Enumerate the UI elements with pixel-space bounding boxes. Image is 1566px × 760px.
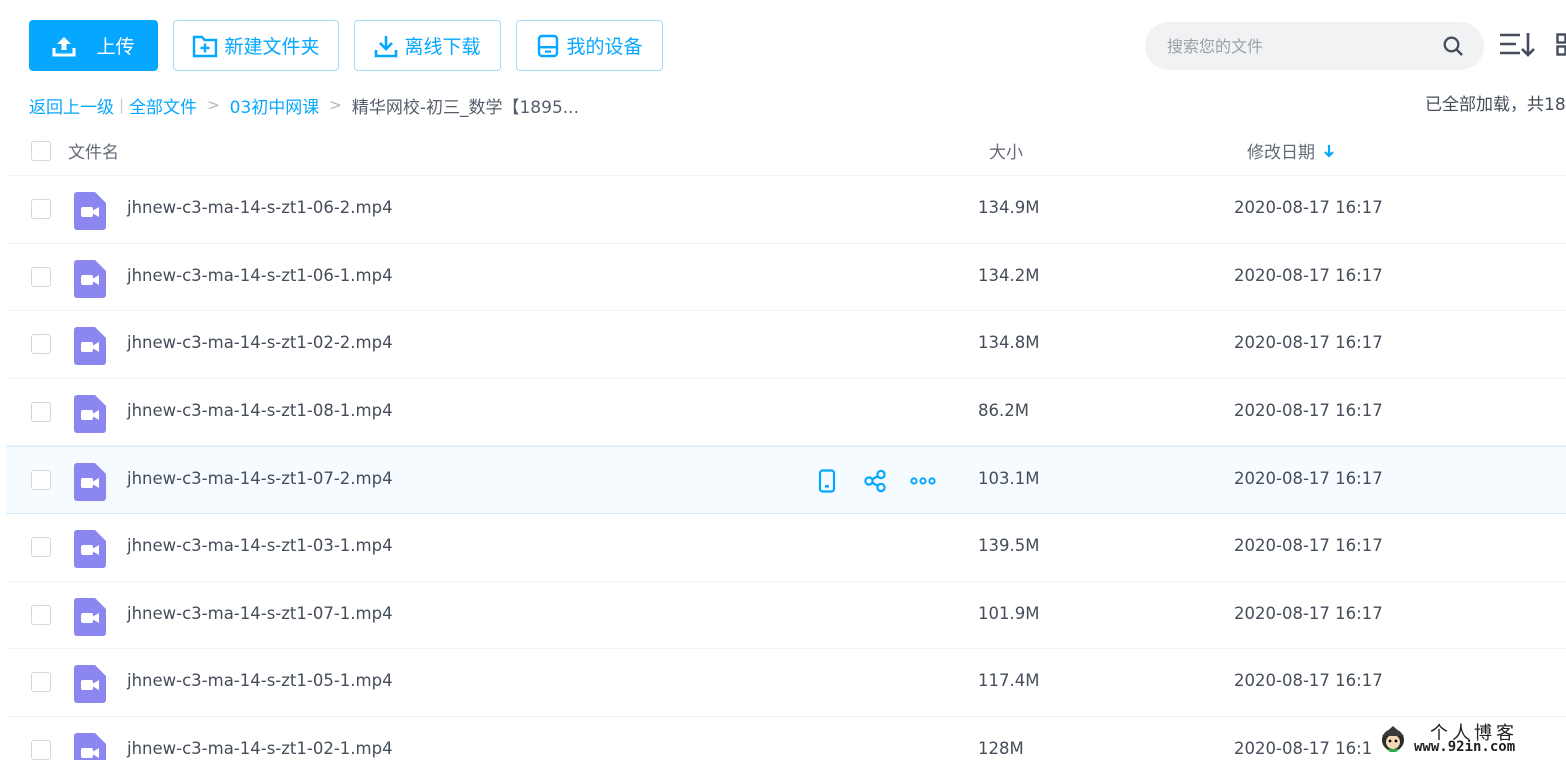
row-checkbox[interactable] <box>31 266 51 287</box>
load-status: 已全部加载，共18 <box>1425 95 1566 115</box>
file-date: 2020-08-17 16:17 <box>1234 400 1383 420</box>
video-file-icon <box>74 732 106 760</box>
file-row[interactable]: jhnew-c3-ma-14-s-zt1-07-1.mp4 101.9M 202… <box>6 582 1566 650</box>
phone-icon[interactable] <box>814 468 840 494</box>
watermark-url: www.92in.com <box>1414 739 1516 755</box>
file-name[interactable]: jhnew-c3-ma-14-s-zt1-07-1.mp4 <box>127 604 393 623</box>
file-row[interactable]: jhnew-c3-ma-14-s-zt1-03-1.mp4 139.5M 202… <box>6 514 1566 582</box>
device-icon <box>536 34 560 58</box>
video-file-icon <box>74 394 106 437</box>
offline-download-label: 离线下载 <box>404 36 481 58</box>
file-date: 2020-08-17 16:17 <box>1234 671 1383 691</box>
row-checkbox[interactable] <box>31 739 51 760</box>
file-name[interactable]: jhnew-c3-ma-14-s-zt1-06-2.mp4 <box>127 198 393 217</box>
search-box <box>1145 22 1484 70</box>
mascot-icon <box>1378 723 1408 757</box>
new-folder-button[interactable]: 新建文件夹 <box>173 20 339 71</box>
sort-desc-icon <box>1323 144 1335 158</box>
file-row[interactable]: jhnew-c3-ma-14-s-zt1-05-1.mp4 117.4M 202… <box>6 649 1566 717</box>
video-file-icon <box>74 259 106 302</box>
file-name[interactable]: jhnew-c3-ma-14-s-zt1-06-1.mp4 <box>127 266 393 285</box>
select-all-checkbox[interactable] <box>31 141 51 161</box>
file-name[interactable]: jhnew-c3-ma-14-s-zt1-02-2.mp4 <box>127 333 393 352</box>
toolbar: 上传 新建文件夹 离线下载 我的设备 <box>0 0 1566 90</box>
video-file-icon <box>74 529 106 572</box>
breadcrumb: 返回上一级 | 全部文件 > 03初中网课 > 精华网校-初三_数学【1895.… <box>29 92 579 118</box>
file-date: 2020-08-17 16:1 <box>1234 738 1373 758</box>
breadcrumb-parent[interactable]: 03初中网课 <box>230 93 320 118</box>
row-actions <box>814 468 958 494</box>
row-checkbox[interactable] <box>31 401 51 422</box>
breadcrumb-root[interactable]: 全部文件 <box>129 93 197 118</box>
row-checkbox[interactable] <box>31 334 51 355</box>
video-file-icon <box>74 327 106 369</box>
row-checkbox[interactable] <box>31 604 51 625</box>
share-icon[interactable] <box>862 468 888 494</box>
file-date: 2020-08-17 16:17 <box>1234 333 1383 353</box>
column-header-date-label: 修改日期 <box>1247 143 1315 163</box>
file-size: 128M <box>978 738 1024 758</box>
my-devices-label: 我的设备 <box>566 36 643 58</box>
video-file-icon <box>74 192 106 234</box>
file-name[interactable]: jhnew-c3-ma-14-s-zt1-03-1.mp4 <box>127 536 393 555</box>
breadcrumb-current: 精华网校-初三_数学【1895... <box>351 97 579 118</box>
back-link[interactable]: 返回上一级 <box>29 93 114 118</box>
file-date: 2020-08-17 16:17 <box>1234 265 1383 285</box>
offline-download-button[interactable]: 离线下载 <box>354 20 501 71</box>
file-row[interactable]: jhnew-c3-ma-14-s-zt1-06-2.mp4 134.9M 202… <box>6 176 1566 244</box>
folder-plus-icon <box>192 34 218 58</box>
row-checkbox[interactable] <box>31 470 51 491</box>
file-name[interactable]: jhnew-c3-ma-14-s-zt1-07-2.mp4 <box>127 469 393 488</box>
row-checkbox[interactable] <box>31 199 51 219</box>
file-list: jhnew-c3-ma-14-s-zt1-06-2.mp4 134.9M 202… <box>6 176 1566 760</box>
file-size: 101.9M <box>978 603 1040 623</box>
file-size: 134.8M <box>978 333 1040 353</box>
file-row[interactable]: jhnew-c3-ma-14-s-zt1-08-1.mp4 86.2M 2020… <box>6 379 1566 447</box>
breadcrumb-separator: > <box>329 96 342 114</box>
file-row[interactable]: jhnew-c3-ma-14-s-zt1-07-2.mp4 103.1M 202… <box>6 446 1566 514</box>
breadcrumb-divider: | <box>119 96 125 114</box>
download-icon <box>374 34 398 58</box>
file-size: 86.2M <box>978 400 1029 420</box>
file-name[interactable]: jhnew-c3-ma-14-s-zt1-02-1.mp4 <box>127 739 393 758</box>
file-size: 134.2M <box>978 265 1040 285</box>
file-date: 2020-08-17 16:17 <box>1234 603 1383 623</box>
video-file-icon <box>74 665 106 707</box>
sort-icon[interactable] <box>1498 31 1538 63</box>
upload-icon <box>52 35 76 57</box>
file-name[interactable]: jhnew-c3-ma-14-s-zt1-05-1.mp4 <box>127 671 393 690</box>
file-size: 139.5M <box>978 535 1040 555</box>
file-date: 2020-08-17 16:17 <box>1234 469 1383 489</box>
file-date: 2020-08-17 16:17 <box>1234 535 1383 555</box>
grid-view-icon[interactable] <box>1556 33 1566 61</box>
upload-label: 上传 <box>96 36 135 58</box>
column-header-size[interactable]: 大小 <box>989 138 1023 163</box>
row-checkbox[interactable] <box>31 536 51 557</box>
file-row[interactable]: jhnew-c3-ma-14-s-zt1-02-2.mp4 134.8M 202… <box>6 311 1566 379</box>
more-icon[interactable] <box>910 468 936 494</box>
video-file-icon <box>74 597 106 640</box>
file-size: 134.9M <box>978 198 1040 217</box>
watermark: 个人博客 www.92in.com <box>1372 719 1566 760</box>
new-folder-label: 新建文件夹 <box>224 36 320 58</box>
column-header-date[interactable]: 修改日期 <box>1247 138 1335 163</box>
video-file-icon <box>74 463 106 505</box>
file-name[interactable]: jhnew-c3-ma-14-s-zt1-08-1.mp4 <box>127 401 393 420</box>
file-size: 117.4M <box>978 671 1040 691</box>
file-row[interactable]: jhnew-c3-ma-14-s-zt1-06-1.mp4 134.2M 202… <box>6 244 1566 312</box>
my-devices-button[interactable]: 我的设备 <box>516 20 663 71</box>
breadcrumb-separator: > <box>207 96 220 114</box>
file-list-header: 文件名 大小 修改日期 <box>6 128 1566 176</box>
search-input[interactable] <box>1167 36 1427 56</box>
file-size: 103.1M <box>978 469 1040 489</box>
file-date: 2020-08-17 16:17 <box>1234 198 1383 217</box>
column-header-name[interactable]: 文件名 <box>68 138 119 163</box>
file-row[interactable]: jhnew-c3-ma-14-s-zt1-02-1.mp4 128M 2020-… <box>6 717 1566 760</box>
search-icon[interactable] <box>1442 35 1464 61</box>
row-checkbox[interactable] <box>31 672 51 693</box>
upload-button[interactable]: 上传 <box>29 20 158 71</box>
